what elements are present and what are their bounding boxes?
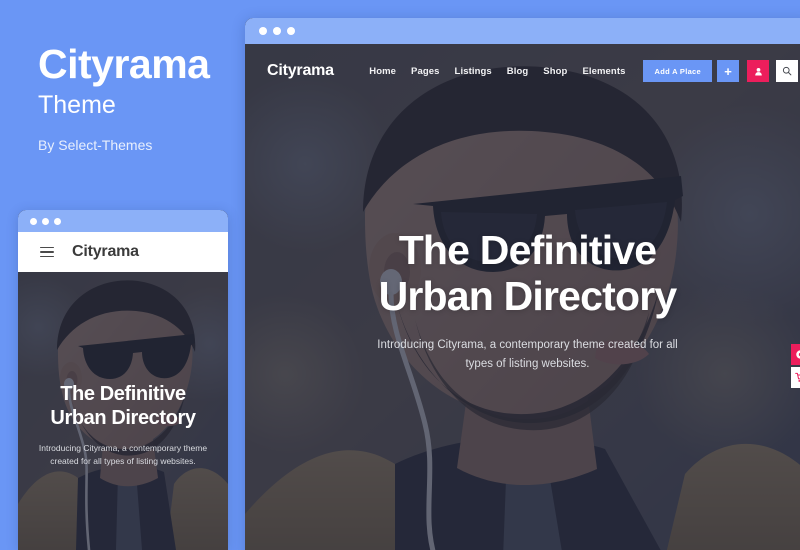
promo-block: Cityrama Theme By Select-Themes: [38, 41, 248, 154]
mobile-window-dot-minimize[interactable]: [42, 217, 49, 225]
mobile-site-logo[interactable]: Cityrama: [72, 243, 139, 261]
desktop-viewport: Cityrama Home Pages Listings Blog Shop E…: [245, 44, 800, 550]
user-icon: [754, 67, 762, 75]
promo-title: Cityrama: [38, 41, 210, 87]
hamburger-menu-icon[interactable]: [40, 246, 54, 258]
user-account-button[interactable]: [747, 60, 769, 82]
nav-link-blog[interactable]: Blog: [507, 66, 529, 77]
desktop-window-titlebar: [245, 18, 800, 44]
side-tabs: [791, 344, 800, 388]
hero-section: The Definitive Urban Directory Introduci…: [245, 44, 800, 550]
mobile-browser-mockup: Cityrama The Definitive Urban Directory …: [18, 210, 228, 550]
settings-icon: [796, 350, 800, 359]
add-a-place-button[interactable]: Add A Place: [643, 60, 712, 82]
mobile-hero-section: The Definitive Urban Directory Introduci…: [18, 272, 228, 550]
nav-link-pages[interactable]: Pages: [411, 66, 440, 77]
window-dot-close[interactable]: [259, 27, 267, 35]
mobile-hero-subtitle: Introducing Cityrama, a contemporary the…: [38, 442, 208, 466]
nav-link-elements[interactable]: Elements: [582, 66, 625, 77]
mobile-window-dot-close[interactable]: [30, 217, 37, 225]
window-dot-minimize[interactable]: [273, 27, 281, 35]
mobile-hero-title-line-2: Urban Directory: [50, 407, 196, 430]
nav-actions: Add A Place +: [643, 60, 798, 82]
hero-subtitle: Introducing Cityrama, a contemporary the…: [377, 338, 678, 370]
nav-link-home[interactable]: Home: [369, 66, 396, 77]
add-plus-button[interactable]: +: [717, 60, 739, 82]
nav-link-listings[interactable]: Listings: [455, 66, 492, 77]
side-tab-settings[interactable]: [791, 344, 800, 365]
mobile-navigation-bar: Cityrama: [18, 232, 228, 272]
mobile-window-titlebar: [18, 210, 228, 232]
mobile-hero-title-line-1: The Definitive: [60, 383, 186, 405]
promo-byline: By Select-Themes: [38, 137, 153, 154]
mobile-viewport: The Definitive Urban Directory Introduci…: [18, 272, 228, 550]
promo-subtitle: Theme: [38, 90, 116, 119]
cart-icon: [795, 372, 800, 382]
desktop-browser-mockup: Cityrama Home Pages Listings Blog Shop E…: [245, 18, 800, 550]
search-icon: [782, 66, 792, 76]
side-tab-cart[interactable]: [791, 367, 800, 388]
mobile-window-dot-maximize[interactable]: [54, 217, 61, 225]
nav-link-shop[interactable]: Shop: [543, 66, 567, 77]
site-logo[interactable]: Cityrama: [267, 62, 334, 80]
hero-title-line-1: The Definitive: [398, 227, 657, 274]
site-navigation-bar: Cityrama Home Pages Listings Blog Shop E…: [245, 44, 800, 98]
nav-links: Home Pages Listings Blog Shop Elements: [369, 66, 625, 77]
search-button[interactable]: [776, 60, 798, 82]
hero-title-line-2: Urban Directory: [378, 273, 678, 320]
window-dot-maximize[interactable]: [287, 27, 295, 35]
